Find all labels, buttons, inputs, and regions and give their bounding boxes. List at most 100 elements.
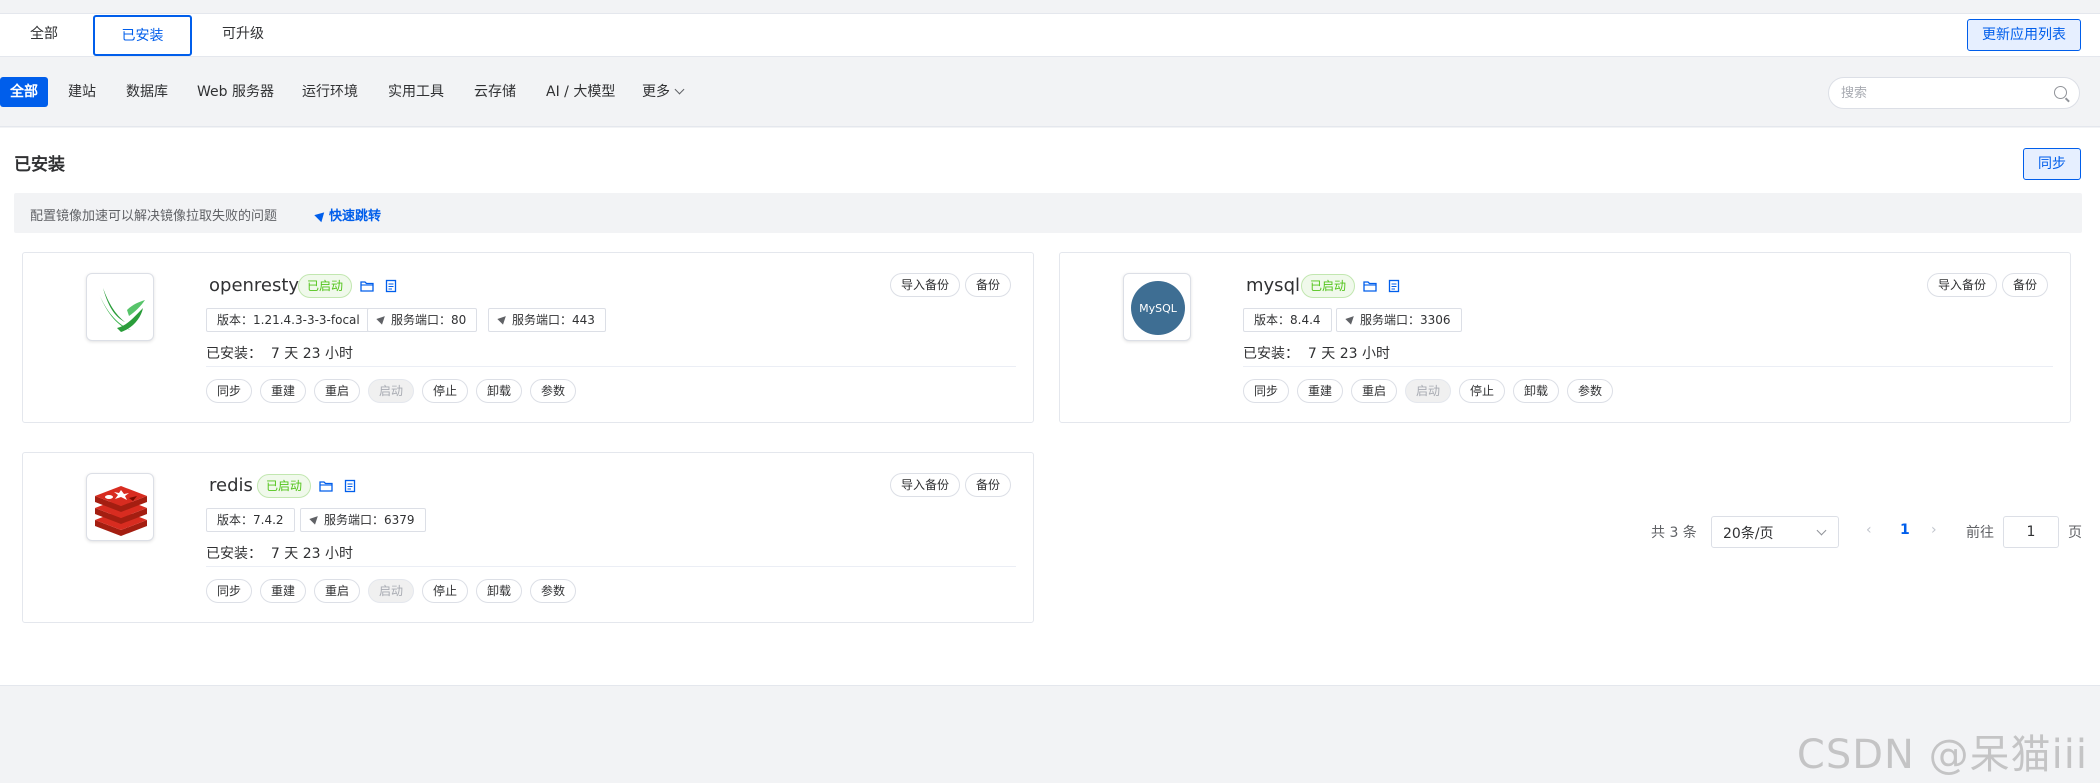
category-bar: 全部 建站 数据库 Web 服务器 运行环境 实用工具 云存储 AI / 大模型… (0, 57, 2100, 127)
navigate-icon (1345, 313, 1357, 325)
start-button[interactable]: 启动 (368, 579, 415, 603)
category-all[interactable]: 全部 (0, 77, 48, 107)
category-runtime[interactable]: 运行环境 (302, 77, 358, 107)
category-web-server[interactable]: Web 服务器 (197, 77, 274, 107)
folder-icon[interactable] (1363, 279, 1377, 293)
category-ai[interactable]: AI / 大模型 (546, 77, 615, 107)
redis-logo (86, 473, 154, 541)
port-tag: 服务端口：3306 (1336, 308, 1462, 332)
navigate-icon (497, 313, 509, 325)
uninstall-button[interactable]: 卸载 (476, 579, 523, 603)
app-card-openresty: openresty 已启动 版本：1.21.4.3-3-3-focal 服务端口… (22, 252, 1034, 423)
divider (206, 566, 1016, 567)
next-page-button[interactable]: › (1931, 522, 1937, 538)
rebuild-button[interactable]: 重建 (1297, 379, 1344, 403)
category-cloud-storage[interactable]: 云存储 (474, 77, 516, 107)
status-badge: 已启动 (257, 474, 312, 498)
import-backup-button[interactable]: 导入备份 (890, 473, 961, 497)
page-number-current[interactable]: 1 (1900, 522, 1910, 538)
category-website[interactable]: 建站 (68, 77, 96, 107)
stop-button[interactable]: 停止 (422, 579, 469, 603)
app-name: openresty (209, 275, 300, 296)
page-suffix: 页 (2068, 525, 2082, 541)
page-title: 已安装 (14, 155, 65, 175)
backup-button[interactable]: 备份 (965, 473, 1012, 497)
tab-all[interactable]: 全部 (14, 15, 74, 56)
goto-label: 前往 (1966, 525, 1994, 541)
divider (1243, 366, 2053, 367)
installed-value: 7 天 23 小时 (270, 346, 353, 362)
navigate-icon (314, 208, 328, 223)
import-backup-button[interactable]: 导入备份 (1927, 273, 1998, 297)
folder-icon[interactable] (319, 479, 333, 493)
update-app-list-button[interactable]: 更新应用列表 (1967, 19, 2081, 51)
stop-button[interactable]: 停止 (422, 379, 469, 403)
app-card-mysql: MySQL mysql 已启动 版本：8.4.4 服务端口：3306 已安装： … (1059, 252, 2071, 423)
status-badge: 已启动 (298, 274, 353, 298)
tab-upgradable[interactable]: 可升级 (210, 15, 276, 56)
rebuild-button[interactable]: 重建 (260, 379, 307, 403)
start-button[interactable]: 启动 (368, 379, 415, 403)
document-icon[interactable] (343, 479, 357, 493)
version-tag: 版本：8.4.4 (1243, 308, 1332, 332)
divider (206, 366, 1016, 367)
search-box (1828, 77, 2080, 109)
goto-page-input[interactable]: 1 (2003, 516, 2059, 548)
installed-value: 7 天 23 小时 (270, 546, 353, 562)
stop-button[interactable]: 停止 (1459, 379, 1506, 403)
chevron-down-icon (674, 84, 685, 95)
quick-jump-link[interactable]: 快速跳转 (314, 205, 381, 224)
folder-icon[interactable] (360, 279, 374, 293)
installed-label: 已安装： (206, 546, 262, 562)
rebuild-button[interactable]: 重建 (260, 579, 307, 603)
openresty-logo (86, 273, 154, 341)
port-tag-label: 服务端口：80 (391, 313, 467, 327)
category-database[interactable]: 数据库 (126, 77, 168, 107)
prev-page-button[interactable]: ‹ (1866, 522, 1872, 538)
category-more-label: 更多 (642, 84, 670, 100)
params-button[interactable]: 参数 (530, 379, 577, 403)
start-button[interactable]: 启动 (1405, 379, 1452, 403)
app-name: redis (209, 475, 253, 496)
search-icon[interactable] (2054, 86, 2067, 99)
port-tag-label: 服务端口：6379 (324, 513, 415, 527)
category-more[interactable]: 更多 (642, 77, 685, 107)
backup-button[interactable]: 备份 (2002, 273, 2049, 297)
installed-panel: 已安装 同步 配置镜像加速可以解决镜像拉取失败的问题 快速跳转 openrest… (0, 128, 2100, 686)
page-size-select[interactable]: 20条/页 (1711, 516, 1839, 548)
restart-button[interactable]: 重启 (314, 579, 361, 603)
notice-text: 配置镜像加速可以解决镜像拉取失败的问题 (30, 209, 278, 224)
tab-installed[interactable]: 已安装 (93, 15, 192, 56)
backup-button[interactable]: 备份 (965, 273, 1012, 297)
port-tag-label: 服务端口：443 (512, 313, 595, 327)
sync-all-button[interactable]: 同步 (2023, 148, 2081, 180)
watermark: CSDN @呆猫iii (1796, 732, 2088, 778)
status-badge: 已启动 (1301, 274, 1356, 298)
svg-text:MySQL: MySQL (1139, 302, 1178, 315)
installed-duration: 已安装： 7 天 23 小时 (206, 343, 353, 363)
port-tag: 服务端口：6379 (300, 508, 426, 532)
installed-label: 已安装： (1243, 346, 1299, 362)
sync-button[interactable]: 同步 (1243, 379, 1290, 403)
import-backup-button[interactable]: 导入备份 (890, 273, 961, 297)
document-icon[interactable] (1387, 279, 1401, 293)
restart-button[interactable]: 重启 (314, 379, 361, 403)
uninstall-button[interactable]: 卸载 (476, 379, 523, 403)
page-size-value: 20条/页 (1723, 526, 1774, 542)
params-button[interactable]: 参数 (1567, 379, 1614, 403)
params-button[interactable]: 参数 (530, 579, 577, 603)
search-input[interactable] (1841, 78, 2041, 108)
restart-button[interactable]: 重启 (1351, 379, 1398, 403)
sync-button[interactable]: 同步 (206, 579, 253, 603)
document-icon[interactable] (384, 279, 398, 293)
chevron-down-icon (1816, 525, 1827, 536)
app-card-redis: redis 已启动 版本：7.4.2 服务端口：6379 已安装： 7 天 23… (22, 452, 1034, 623)
port-tag: 服务端口：80 (367, 308, 478, 332)
installed-duration: 已安装： 7 天 23 小时 (206, 543, 353, 563)
category-tools[interactable]: 实用工具 (388, 77, 444, 107)
uninstall-button[interactable]: 卸载 (1513, 379, 1560, 403)
sync-button[interactable]: 同步 (206, 379, 253, 403)
port-tag: 服务端口：443 (488, 308, 606, 332)
navigate-icon (309, 513, 321, 525)
installed-duration: 已安装： 7 天 23 小时 (1243, 343, 1390, 363)
